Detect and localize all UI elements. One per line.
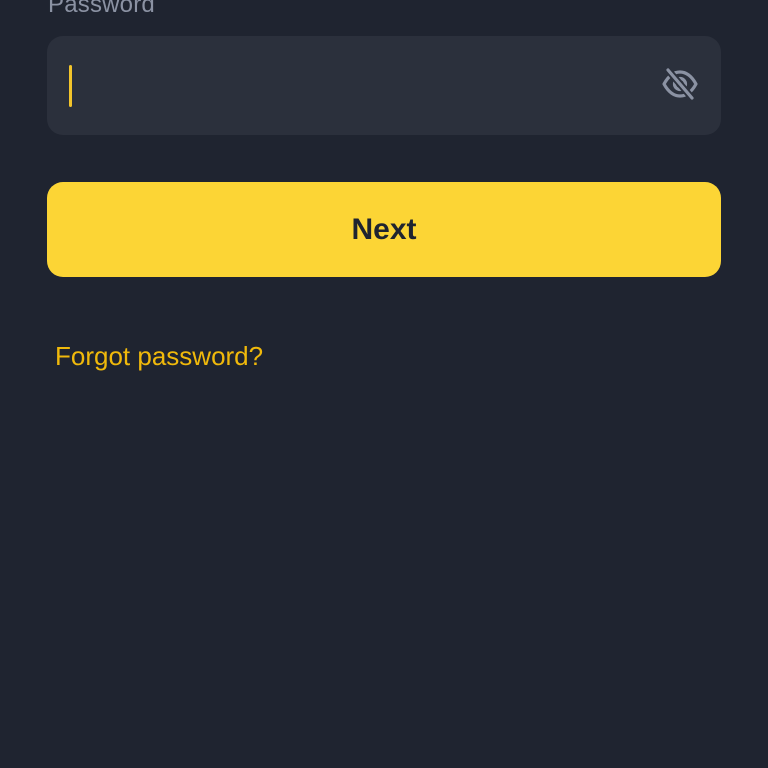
- toggle-visibility-button[interactable]: [661, 66, 699, 107]
- forgot-password-link[interactable]: Forgot password?: [55, 338, 263, 374]
- next-button[interactable]: Next: [47, 182, 721, 277]
- eye-off-icon: [661, 66, 699, 107]
- password-field[interactable]: [47, 36, 721, 135]
- login-screen: Password Next Forgot password?: [0, 0, 768, 768]
- password-label: Password: [48, 0, 155, 18]
- text-caret: [69, 65, 72, 107]
- password-input[interactable]: [77, 36, 647, 135]
